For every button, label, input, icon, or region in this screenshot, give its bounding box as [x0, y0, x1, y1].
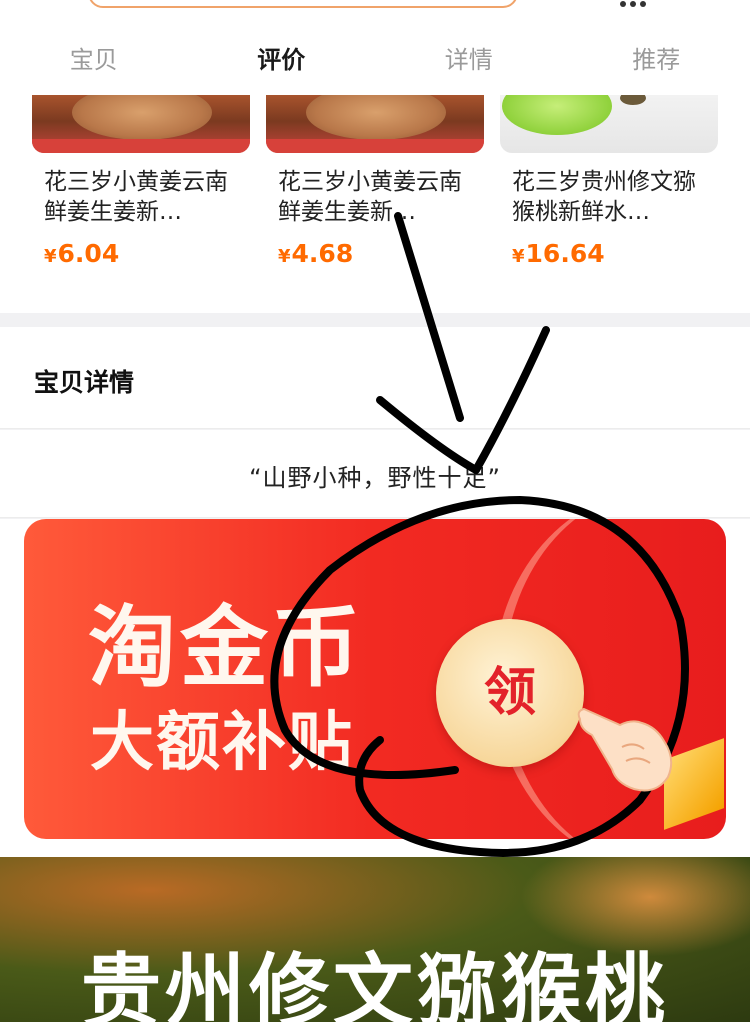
banner-title: 淘金币	[88, 596, 365, 699]
taojinbi-banner[interactable]: 淘金币 大额补贴 领	[24, 519, 726, 839]
product-card[interactable]: 花三岁小黄姜云南鲜姜生姜新… ¥4.68	[266, 95, 486, 268]
product-price: ¥6.04	[44, 239, 120, 268]
tab-details[interactable]: 详情	[375, 38, 563, 82]
product-image[interactable]	[32, 95, 250, 153]
product-hero-image: 贵州修文猕猴桃	[0, 857, 750, 1022]
tab-baobei[interactable]: 宝贝	[0, 38, 188, 82]
section-divider	[0, 313, 750, 327]
search-input[interactable]	[88, 0, 518, 8]
product-title[interactable]: 花三岁小黄姜云南鲜姜生姜新…	[278, 167, 478, 227]
top-bar: 宝贝 评价 详情 推荐	[0, 0, 750, 95]
hero-title: 贵州修文猕猴桃	[81, 945, 669, 1022]
recommendation-strip: 花三岁小黄姜云南鲜姜生姜新… ¥6.04 花三岁小黄姜云南鲜姜生姜新… ¥4.6…	[0, 95, 750, 313]
section-title: 宝贝详情	[34, 368, 135, 397]
product-title[interactable]: 花三岁小黄姜云南鲜姜生姜新…	[44, 167, 244, 227]
slogan-text: “山野小种，野性十足”	[249, 464, 501, 492]
banner-subtitle: 大额补贴	[90, 706, 354, 780]
tab-bar: 宝贝 评价 详情 推荐	[0, 38, 750, 82]
product-card[interactable]: 花三岁小黄姜云南鲜姜生姜新… ¥6.04	[32, 95, 252, 268]
slogan-row: “山野小种，野性十足”	[0, 430, 750, 518]
pointing-hand-icon	[577, 707, 673, 792]
more-icon[interactable]	[620, 0, 660, 7]
tab-recommend[interactable]: 推荐	[563, 38, 750, 82]
promo-area: 淘金币 大额补贴 领	[0, 519, 750, 857]
tab-reviews[interactable]: 评价	[188, 38, 376, 82]
claim-button[interactable]: 领	[436, 619, 584, 767]
detail-section-header: 宝贝详情	[0, 327, 750, 429]
product-price: ¥16.64	[512, 239, 605, 268]
product-title[interactable]: 花三岁贵州修文猕猴桃新鲜水…	[512, 167, 712, 227]
product-image[interactable]	[266, 95, 484, 153]
product-image[interactable]	[500, 95, 718, 153]
product-card[interactable]: 花三岁贵州修文猕猴桃新鲜水… ¥16.64	[500, 95, 720, 268]
product-price: ¥4.68	[278, 239, 354, 268]
